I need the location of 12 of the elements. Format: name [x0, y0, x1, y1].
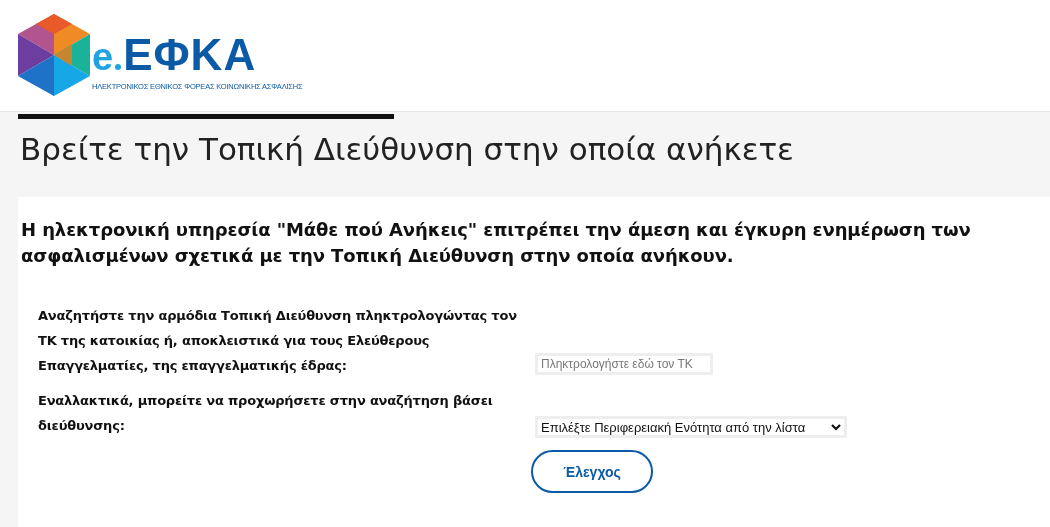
logo-dot-icon [115, 64, 122, 70]
hexagon-logo-icon [18, 14, 90, 96]
check-button[interactable]: Έλεγχος [531, 450, 653, 493]
postcode-label: Αναζητήστε την αρμόδια Τοπική Διεύθυνση πληκτρολογώντας τον ΤΚ της κατοικίας ή, αποκλειστικά για τους Ελεύθερους Επαγγελματίες, της επαγγελματικής έδρας: [37, 307, 518, 375]
address-label: Εναλλακτικά, μπορείτε να προχωρήσετε στην αναζήτηση βάσει διεύθυνσης: [37, 392, 494, 435]
region-dropdown[interactable]: Επιλέξτε Περιφερειακή Ενότητα από την λίστα [535, 416, 847, 438]
logo-name: ΕΦΚΑ [123, 30, 257, 80]
postcode-field[interactable]: Πληκτρολογήστε εδώ τον ΤΚ [535, 353, 713, 375]
intro-paragraph: Η ηλεκτρονική υπηρεσία "Μάθε πού Ανήκεις" επιτρέπει την άμεση και έγκυρη ενημέρωση των ασφαλισμένων σχετικά με την Τοπική Διεύθυνση στην οποία ανήκουν. [21, 218, 972, 268]
chevron-down-icon [831, 423, 841, 431]
page-title: Βρείτε την Τοπική Διεύθυνση στην οποία ανήκετε [20, 131, 795, 169]
logo-e: e [92, 36, 114, 79]
